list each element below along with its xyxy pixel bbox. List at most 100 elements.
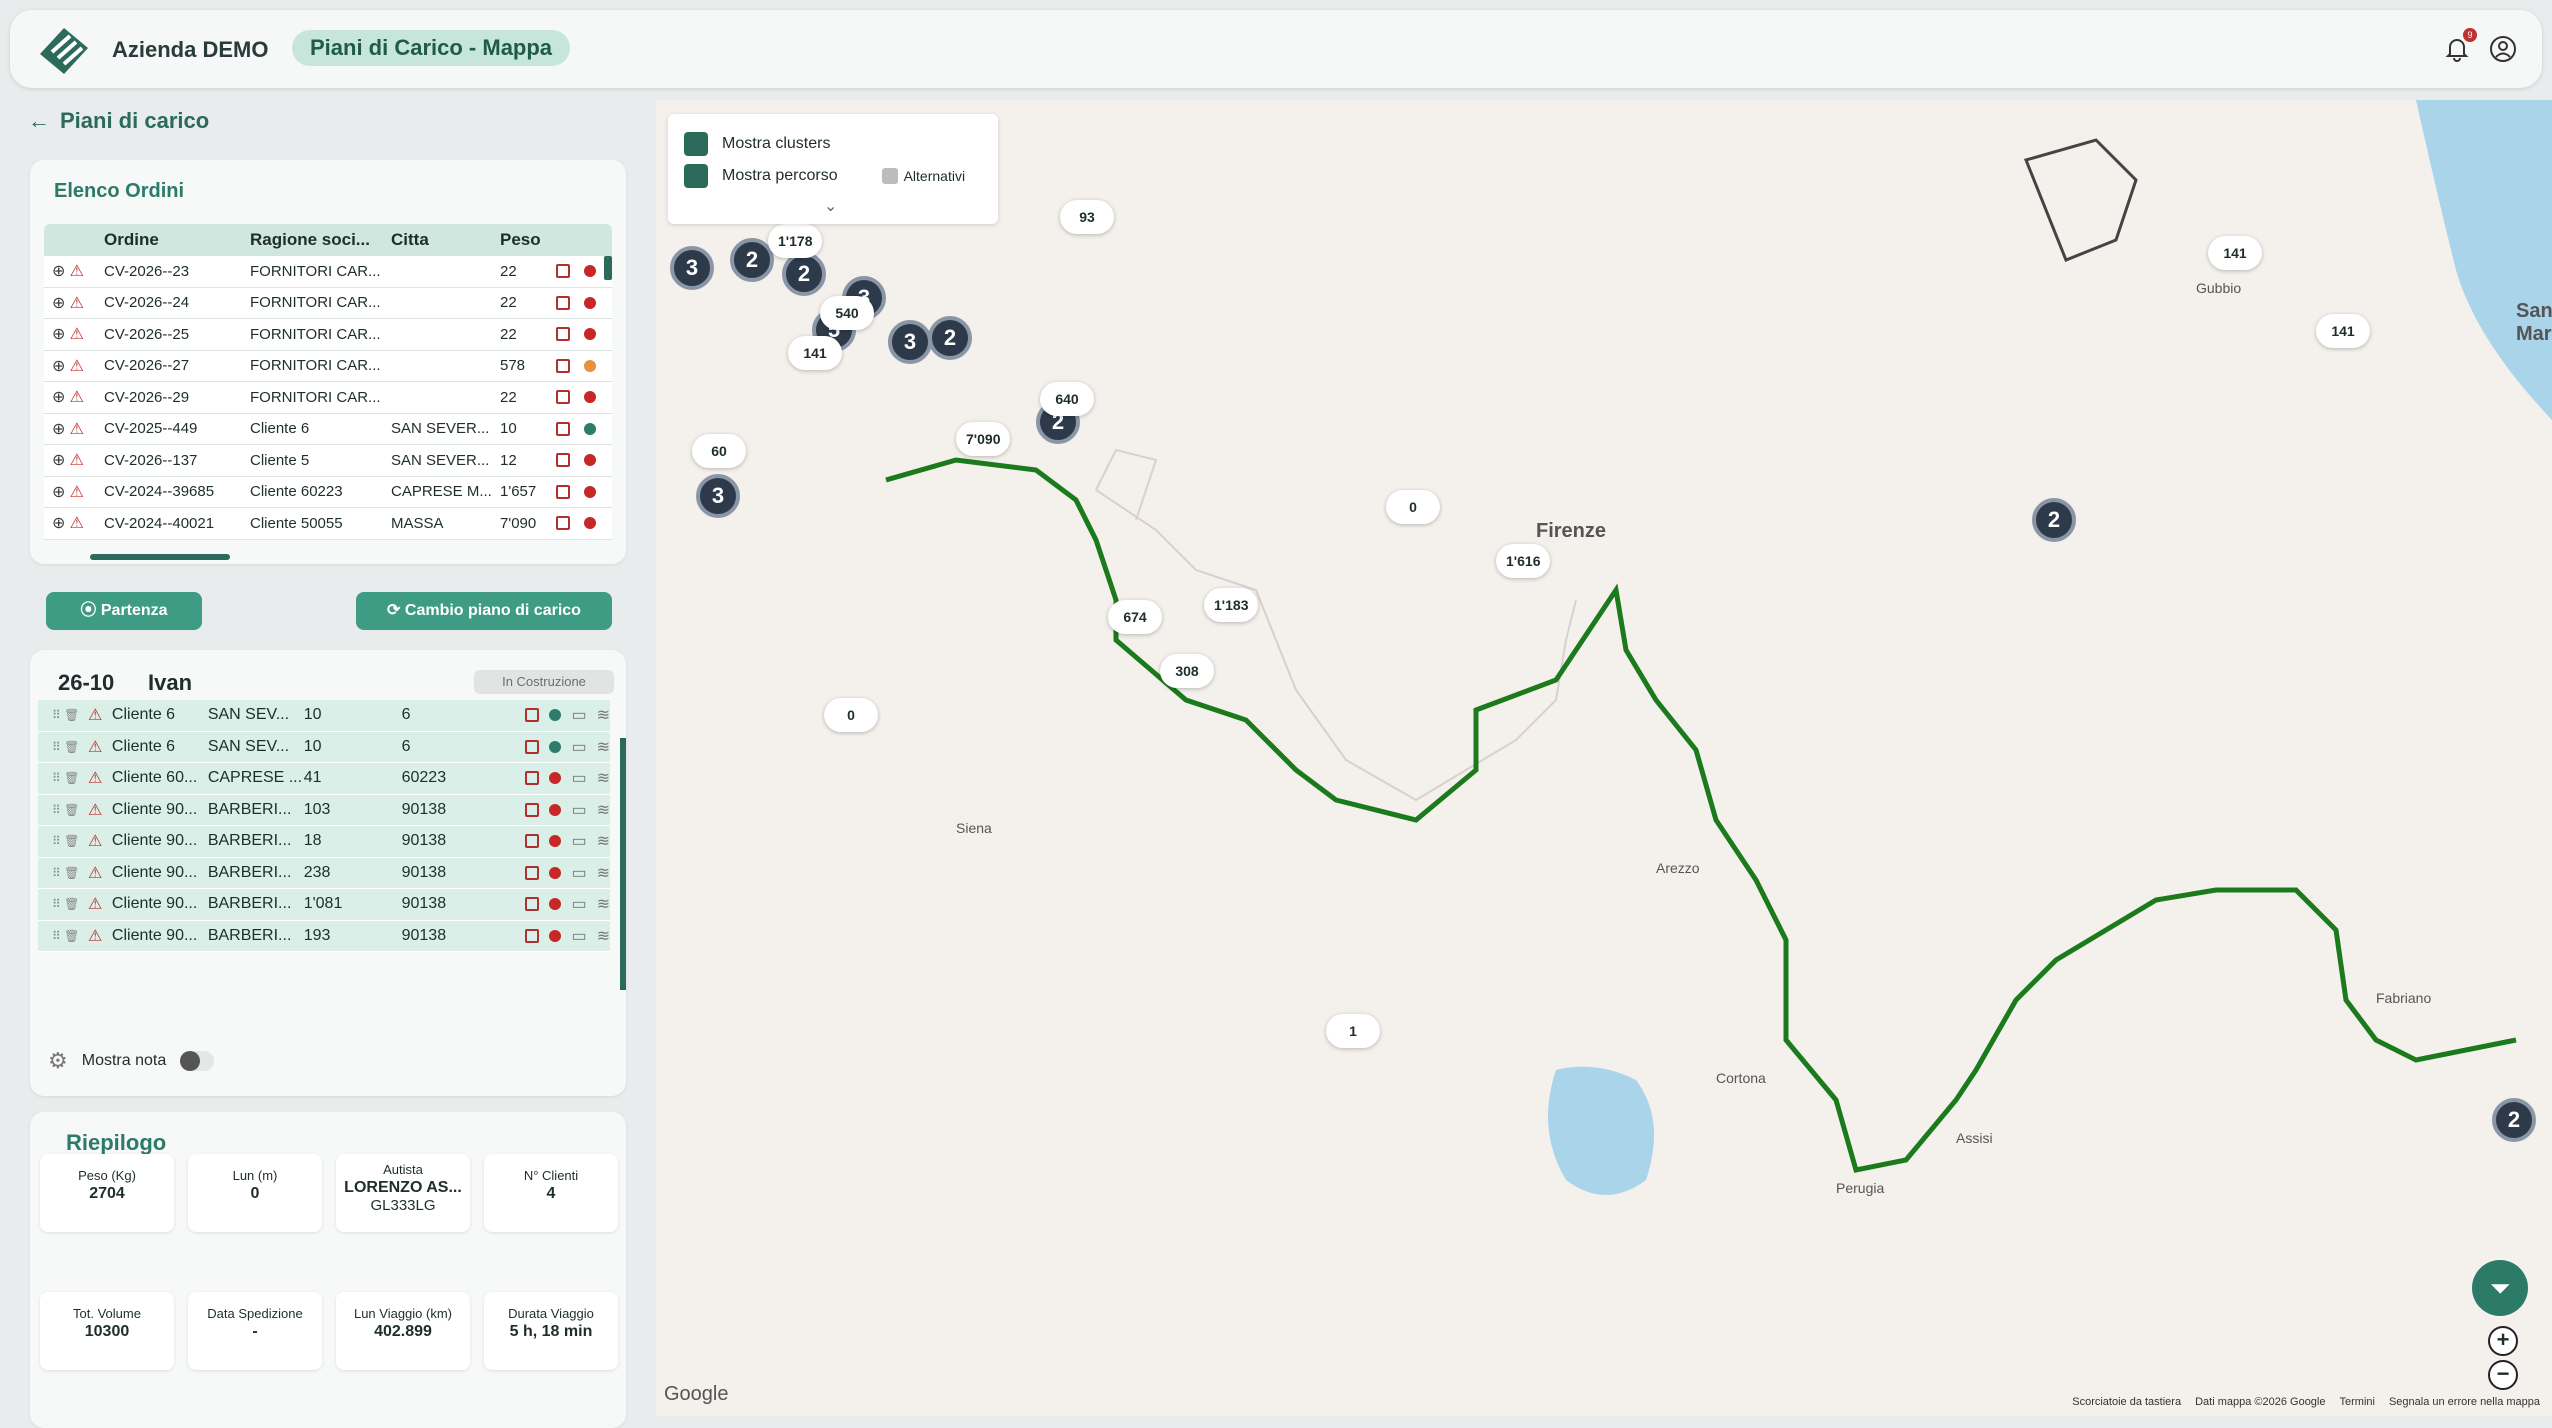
map-value-label[interactable]: 1 (1326, 1014, 1380, 1048)
user-icon[interactable] (2488, 34, 2518, 64)
cluster-marker[interactable]: 2 (2492, 1098, 2536, 1142)
map-value-label[interactable]: 60 (692, 434, 746, 468)
add-circle-icon[interactable]: ⊕ (52, 389, 65, 406)
add-circle-icon[interactable]: ⊕ (52, 326, 65, 343)
nota-toggle[interactable] (180, 1051, 215, 1071)
column-header[interactable]: Peso (500, 230, 556, 250)
map-value-label[interactable]: 93 (1060, 200, 1114, 234)
pdf-icon[interactable] (556, 390, 570, 405)
cambio-piano-button[interactable]: ⟳ Cambio piano di carico (356, 592, 612, 630)
vertical-scrollbar[interactable] (604, 256, 612, 280)
map-value-label[interactable]: 1'183 (1204, 588, 1259, 622)
add-circle-icon[interactable]: ⊕ (52, 515, 65, 532)
table-row[interactable]: ⊕ ⚠ CV-2026--23 FORNITORI CAR... 22 (44, 256, 612, 288)
pdf-icon[interactable] (556, 295, 570, 310)
comment-icon[interactable]: ▭ (571, 768, 586, 788)
pdf-icon[interactable] (556, 327, 570, 342)
map-value-label[interactable]: 141 (788, 336, 842, 370)
add-circle-icon[interactable]: ⊕ (52, 263, 65, 280)
chevron-down-icon[interactable]: ⌄ (824, 196, 837, 216)
comment-icon[interactable]: ▭ (571, 831, 586, 851)
list-item[interactable]: ⠿ 🗑 ⚠ Cliente 60... CAPRESE ... 41 60223… (38, 763, 610, 795)
drag-handle-icon[interactable]: ⠿ 🗑 (38, 771, 88, 785)
cluster-marker[interactable]: 3 (696, 474, 740, 518)
map-value-label[interactable]: 674 (1108, 600, 1162, 634)
table-row[interactable]: ⊕ ⚠ CV-2024--39685 Cliente 60223 CAPRESE… (44, 476, 612, 508)
pdf-icon[interactable] (525, 928, 540, 943)
add-circle-icon[interactable]: ⊕ (52, 295, 65, 312)
map-value-label[interactable]: 0 (1386, 490, 1440, 524)
table-row[interactable]: ⊕ ⚠ CV-2024--40021 Cliente 50055 MASSA 7… (44, 508, 612, 540)
table-row[interactable]: ⊕ ⚠ CV-2026--25 FORNITORI CAR... 22 (44, 319, 612, 351)
map-value-label[interactable]: 141 (2316, 314, 2370, 348)
list-item[interactable]: ⠿ 🗑 ⚠ Cliente 90... BARBERI... 1'081 901… (38, 889, 610, 921)
alternativi-toggle[interactable]: Alternativi (881, 168, 965, 184)
pdf-icon[interactable] (525, 897, 540, 912)
drag-handle-icon[interactable]: ⠿ 🗑 (38, 929, 88, 943)
map-value-label[interactable]: 141 (2208, 236, 2262, 270)
add-circle-icon[interactable]: ⊕ (52, 452, 65, 469)
list-item[interactable]: ⠿ 🗑 ⚠ Cliente 6 SAN SEV... 10 6 ▭ ≋ (38, 731, 610, 763)
app-logo-icon[interactable] (36, 24, 92, 78)
cluster-marker[interactable]: 2 (928, 316, 972, 360)
layers-icon[interactable]: ≋ (597, 894, 610, 914)
add-circle-icon[interactable]: ⊕ (52, 358, 65, 375)
comment-icon[interactable]: ▭ (571, 894, 586, 914)
clusters-toggle[interactable]: Mostra clusters (684, 132, 830, 156)
partenza-button[interactable]: ⦿ Partenza (46, 592, 202, 630)
list-item[interactable]: ⠿ 🗑 ⚠ Cliente 90... BARBERI... 103 90138… (38, 794, 610, 826)
layers-icon[interactable]: ≋ (597, 831, 610, 851)
attribution-link[interactable]: Scorciatoie da tastiera (2072, 1396, 2181, 1408)
table-row[interactable]: ⊕ ⚠ CV-2026--24 FORNITORI CAR... 22 (44, 287, 612, 319)
horizontal-scrollbar[interactable] (90, 554, 230, 560)
pdf-icon[interactable] (556, 421, 570, 436)
map-value-label[interactable]: 1'178 (768, 224, 823, 258)
column-header[interactable]: Citta (391, 230, 500, 250)
map-value-label[interactable]: 640 (1040, 382, 1094, 416)
pdf-icon[interactable] (556, 264, 570, 279)
drag-handle-icon[interactable]: ⠿ 🗑 (38, 803, 88, 817)
table-row[interactable]: ⊕ ⚠ CV-2025--449 Cliente 6 SAN SEVER... … (44, 413, 612, 445)
pdf-icon[interactable] (556, 484, 570, 499)
list-item[interactable]: ⠿ 🗑 ⚠ Cliente 90... BARBERI... 193 90138… (38, 920, 610, 952)
cluster-marker[interactable]: 3 (670, 246, 714, 290)
pdf-icon[interactable] (556, 358, 570, 373)
zoom-out-button[interactable]: − (2488, 1360, 2518, 1390)
drag-handle-icon[interactable]: ⠿ 🗑 (38, 866, 88, 880)
drag-handle-icon[interactable]: ⠿ 🗑 (38, 897, 88, 911)
comment-icon[interactable]: ▭ (571, 800, 586, 820)
list-item[interactable]: ⠿ 🗑 ⚠ Cliente 90... BARBERI... 18 90138 … (38, 826, 610, 858)
map-value-label[interactable]: 1'616 (1496, 544, 1551, 578)
drag-handle-icon[interactable]: ⠿ 🗑 (38, 740, 88, 754)
attribution-link[interactable]: Segnala un errore nella mappa (2389, 1396, 2540, 1408)
table-row[interactable]: ⊕ ⚠ CV-2026--29 FORNITORI CAR... 22 (44, 382, 612, 414)
attribution-link[interactable]: Termini (2340, 1396, 2375, 1408)
layers-icon[interactable]: ≋ (597, 705, 610, 725)
list-item[interactable]: ⠿ 🗑 ⚠ Cliente 90... BARBERI... 238 90138… (38, 857, 610, 889)
back-link[interactable]: ← Piani di carico (28, 108, 209, 134)
table-row[interactable]: ⊕ ⚠ CV-2026--137 Cliente 5 SAN SEVER... … (44, 445, 612, 477)
layers-icon[interactable]: ≋ (597, 737, 610, 757)
comment-icon[interactable]: ▭ (571, 863, 586, 883)
map-value-label[interactable]: 0 (824, 698, 878, 732)
comment-icon[interactable]: ▭ (571, 705, 586, 725)
pdf-icon[interactable] (556, 453, 570, 468)
add-circle-icon[interactable]: ⊕ (52, 484, 65, 501)
filter-button[interactable]: ⏷ (2472, 1260, 2528, 1316)
map-value-label[interactable]: 540 (820, 296, 874, 330)
layers-icon[interactable]: ≋ (597, 863, 610, 883)
plan-scrollbar[interactable] (620, 738, 626, 990)
drag-handle-icon[interactable]: ⠿ 🗑 (38, 834, 88, 848)
layers-icon[interactable]: ≋ (597, 926, 610, 946)
comment-icon[interactable]: ▭ (571, 737, 586, 757)
drag-handle-icon[interactable]: ⠿ 🗑 (38, 708, 88, 722)
cluster-marker[interactable]: 2 (782, 252, 826, 296)
pdf-icon[interactable] (525, 834, 540, 849)
list-item[interactable]: ⠿ 🗑 ⚠ Cliente 6 SAN SEV... 10 6 ▭ ≋ (38, 700, 610, 732)
table-row[interactable]: ⊕ ⚠ CV-2026--27 FORNITORI CAR... 578 (44, 350, 612, 382)
map-value-label[interactable]: 7'090 (956, 422, 1011, 456)
pdf-icon[interactable] (525, 771, 540, 786)
column-header[interactable]: Ordine (104, 230, 250, 250)
layers-icon[interactable]: ≋ (597, 768, 610, 788)
map-canvas[interactable]: Firenze San Marino Perugia Arezzo Cortona Gub… (656, 100, 2552, 1416)
